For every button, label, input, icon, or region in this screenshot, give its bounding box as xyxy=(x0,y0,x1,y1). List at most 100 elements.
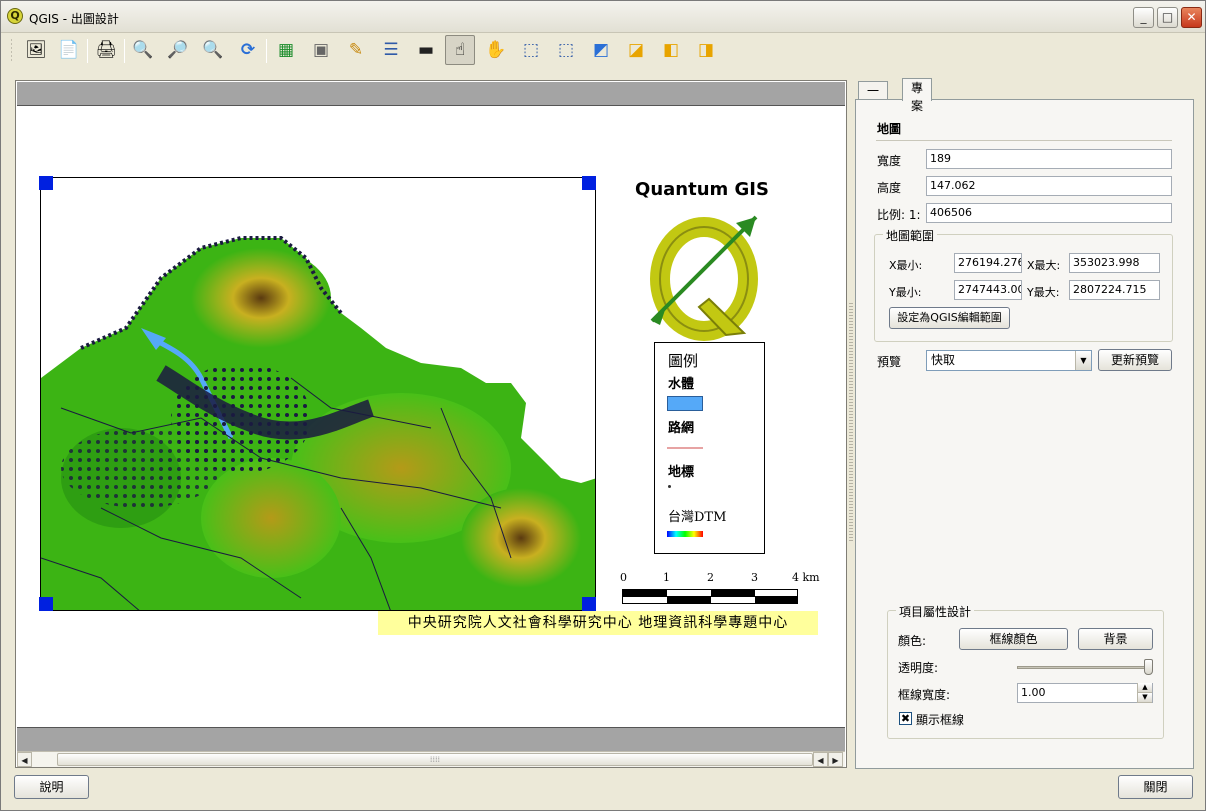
frame-width-stepper[interactable]: ▲ ▼ xyxy=(1137,683,1152,703)
composer-title-label[interactable]: Quantum GIS xyxy=(622,179,782,200)
stepper-up-icon[interactable]: ▲ xyxy=(1138,683,1152,693)
map-extent-group: 地圖範圍 X最小: 276194.276 X最大: 353023.998 Y最小… xyxy=(874,227,1173,342)
preview-mode-select[interactable]: 快取 ▼ xyxy=(926,350,1092,371)
opacity-slider-handle[interactable] xyxy=(1144,659,1153,675)
background-button[interactable]: 背景 xyxy=(1078,628,1153,650)
opacity-slider[interactable] xyxy=(1017,666,1153,669)
export-image-icon[interactable]: 🖼 xyxy=(21,35,51,65)
canvas-bottom-margin xyxy=(17,727,845,751)
lower-icon[interactable]: ◪ xyxy=(621,35,651,65)
legend-label-water: 水體 xyxy=(668,377,695,392)
width-label: 寬度 xyxy=(877,154,902,168)
move-content-icon[interactable]: ✋ xyxy=(481,35,511,65)
tab-project[interactable]: 專案 xyxy=(902,78,933,113)
section-title: 地圖 xyxy=(877,122,902,136)
composer-window: Q QGIS - 出圖設計 _ □ ✕ 🖼 📄 🖨 🔍 🔎 🔍 ⟳ ▦ ▣ ✎ … xyxy=(0,0,1206,811)
xmax-field[interactable]: 353023.998 xyxy=(1069,253,1160,273)
ymin-field[interactable]: 2747443.007 xyxy=(954,280,1022,300)
ungroup-icon[interactable]: ⬚ xyxy=(551,35,581,65)
item-props-group: 項目屬性設計 顏色: 框線顏色 背景 透明度: 框線寬度: 1.00 ▲ ▼ ✖… xyxy=(887,603,1164,739)
scalebar-item[interactable]: 0 1 2 3 4 km xyxy=(620,571,830,607)
move-bottom-icon[interactable]: ◨ xyxy=(691,35,721,65)
item-properties-panel: 地圖 寬度 189 高度 147.062 比例: 1: 406506 地圖範圍 … xyxy=(855,99,1194,769)
help-button[interactable]: 說明 xyxy=(14,775,89,799)
close-window-button[interactable]: ✕ xyxy=(1181,7,1202,28)
add-image-icon[interactable]: ▣ xyxy=(306,35,336,65)
ymax-field[interactable]: 2807224.715 xyxy=(1069,280,1160,300)
refresh-icon[interactable]: ⟳ xyxy=(233,35,263,65)
zoom-out-icon[interactable]: 🔍 xyxy=(198,35,228,65)
selection-handle-nw[interactable] xyxy=(39,176,53,190)
canvas-top-margin xyxy=(17,82,845,106)
legend-item[interactable]: 圖例 水體 路網 地標 台灣DTM xyxy=(654,342,765,554)
width-field[interactable]: 189 xyxy=(926,149,1172,169)
preview-label: 預覽 xyxy=(877,355,902,369)
add-map-icon[interactable]: ▦ xyxy=(271,35,301,65)
scroll-left-icon[interactable]: ◀ xyxy=(17,752,32,767)
scalebar-label: 2 xyxy=(707,571,714,584)
toolbar-separator xyxy=(124,39,125,63)
show-frame-checkbox[interactable]: ✖ xyxy=(899,712,912,725)
scale-field[interactable]: 406506 xyxy=(926,203,1172,223)
selection-handle-se[interactable] xyxy=(582,597,596,611)
xmin-field[interactable]: 276194.276 xyxy=(954,253,1022,273)
group-icon[interactable]: ⬚ xyxy=(516,35,546,65)
map-item[interactable] xyxy=(40,177,596,611)
zoom-in-icon[interactable]: 🔎 xyxy=(163,35,193,65)
close-button[interactable]: 關閉 xyxy=(1118,775,1193,799)
composition-canvas[interactable]: Quantum GIS 圖例 水體 路網 地標 台灣DTM 0 1 2 3 4 … xyxy=(15,80,847,768)
tab-general[interactable]: 一般 xyxy=(858,81,889,116)
qgis-logo-image[interactable] xyxy=(644,211,764,341)
scroll-right-icon[interactable]: ▶ xyxy=(828,752,843,767)
raise-icon[interactable]: ◩ xyxy=(586,35,616,65)
height-field[interactable]: 147.062 xyxy=(926,176,1172,196)
water-swatch xyxy=(667,396,703,411)
add-legend-icon[interactable]: ☰ xyxy=(376,35,406,65)
xmax-label: X最大: xyxy=(1027,259,1061,272)
xmin-label: X最小: xyxy=(889,259,923,272)
legend-label-dtm: 台灣DTM xyxy=(668,510,727,525)
horizontal-scrollbar[interactable]: ◀ ⁞⁞⁞⁞ ◀ ▶ xyxy=(17,751,845,767)
zoom-full-icon[interactable]: 🔍 xyxy=(128,35,158,65)
ymax-label: Y最大: xyxy=(1027,286,1060,299)
show-frame-label: 顯示框線 xyxy=(916,713,965,727)
scalebar-bar xyxy=(622,589,798,604)
frame-width-value: 1.00 xyxy=(1021,686,1046,699)
dtm-color-ramp xyxy=(667,531,703,537)
qgis-logo-icon: Q xyxy=(7,8,23,24)
selection-handle-ne[interactable] xyxy=(582,176,596,190)
item-props-title: 項目屬性設計 xyxy=(896,603,975,620)
legend-label-roads: 路網 xyxy=(668,421,695,436)
credit-label[interactable]: 中央研究院人文社會科學研究中心 地理資訊科學專題中心 xyxy=(378,611,818,635)
map-extent-title: 地圖範圍 xyxy=(883,227,938,244)
color-label: 顏色: xyxy=(898,634,927,648)
scroll-left-icon[interactable]: ◀ xyxy=(813,752,828,767)
export-svg-icon[interactable]: 📄 xyxy=(54,35,84,65)
move-top-icon[interactable]: ◧ xyxy=(656,35,686,65)
select-move-icon[interactable]: ☝ xyxy=(445,35,475,65)
scalebar-label: 0 xyxy=(620,571,627,584)
frame-width-field[interactable]: 1.00 xyxy=(1017,683,1153,703)
update-preview-button[interactable]: 更新預覽 xyxy=(1098,349,1172,371)
panel-splitter[interactable] xyxy=(849,301,853,541)
selection-handle-sw[interactable] xyxy=(39,597,53,611)
chevron-down-icon[interactable]: ▼ xyxy=(1075,351,1091,370)
frame-color-button[interactable]: 框線顏色 xyxy=(959,628,1068,650)
add-label-icon[interactable]: ✎ xyxy=(341,35,371,65)
terrain-map xyxy=(41,236,595,610)
preview-mode-value: 快取 xyxy=(931,353,956,367)
toolbar-grip[interactable] xyxy=(11,39,12,63)
scrollbar-thumb[interactable]: ⁞⁞⁞⁞ xyxy=(57,753,813,766)
divider xyxy=(876,140,1172,141)
set-extent-button[interactable]: 設定為QGIS編輯範圍 xyxy=(889,307,1010,329)
scalebar-label: 3 xyxy=(751,571,758,584)
scalebar-label: 1 xyxy=(663,571,670,584)
frame-width-label: 框線寬度: xyxy=(898,688,951,702)
add-scalebar-icon[interactable]: ▬ xyxy=(411,35,441,65)
minimize-button[interactable]: _ xyxy=(1133,7,1154,28)
print-icon[interactable]: 🖨 xyxy=(91,35,121,65)
opacity-label: 透明度: xyxy=(898,661,939,675)
maximize-button[interactable]: □ xyxy=(1157,7,1178,28)
toolbar-separator xyxy=(266,39,267,63)
stepper-down-icon[interactable]: ▼ xyxy=(1138,693,1152,703)
